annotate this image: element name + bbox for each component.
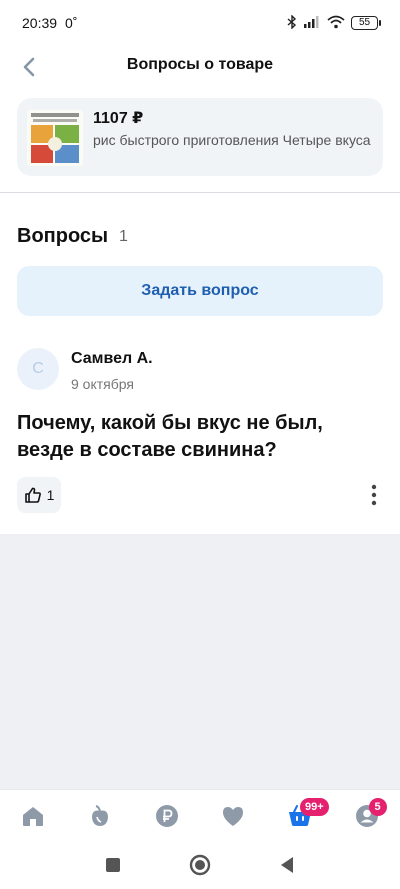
square-icon <box>106 858 121 872</box>
product-name: рис быстрого приготовления Четыре вкуса <box>93 132 371 148</box>
nav-favorites[interactable] <box>213 796 253 836</box>
home-system-button[interactable] <box>180 845 220 885</box>
questions-count: 1 <box>119 228 128 245</box>
profile-badge: 5 <box>368 797 387 816</box>
bottom-navigation: 99+ 5 <box>0 789 400 841</box>
circle-icon <box>189 854 211 876</box>
thumbs-up-icon <box>24 487 41 503</box>
more-vertical-icon <box>371 484 377 506</box>
bluetooth-icon <box>287 13 297 32</box>
nav-cart[interactable]: 99+ <box>280 796 329 836</box>
ask-question-button[interactable]: Задать вопрос <box>17 266 383 316</box>
nav-catalog[interactable] <box>80 796 120 836</box>
avatar: С <box>17 348 59 390</box>
recent-apps-button[interactable] <box>93 845 133 885</box>
product-image <box>27 110 83 166</box>
product-price: 1107 ₽ <box>93 110 144 127</box>
status-temperature: 0˚ <box>65 15 78 31</box>
signal-icon <box>303 15 321 31</box>
like-count: 1 <box>46 487 55 503</box>
nav-home[interactable] <box>13 796 53 836</box>
section-divider <box>0 192 400 193</box>
back-system-button[interactable] <box>267 845 307 885</box>
top-app-bar: Вопросы о товаре <box>0 46 400 88</box>
catalog-icon <box>91 804 108 826</box>
system-navigation-bar <box>0 841 400 889</box>
nav-profile[interactable]: 5 <box>347 796 387 836</box>
question-author: Самвел А. <box>71 350 153 367</box>
status-bar: 20:39 0˚ 55 <box>0 0 400 46</box>
questions-heading: Вопросы <box>17 225 109 247</box>
heart-icon <box>223 806 244 826</box>
status-time: 20:39 <box>22 15 58 31</box>
home-icon <box>23 806 44 826</box>
wifi-icon <box>327 15 345 32</box>
like-button[interactable]: 1 <box>17 477 61 513</box>
ruble-icon <box>155 804 178 827</box>
product-card[interactable]: 1107 ₽ рис быстрого приготовления Четыре… <box>17 98 383 176</box>
nav-finance[interactable] <box>147 796 187 836</box>
app-screen: 20:39 0˚ 55 Вопросы о товаре 1107 ₽ рис … <box>0 0 400 889</box>
cart-badge: 99+ <box>299 797 329 816</box>
questions-content: 1107 ₽ рис быстрого приготовления Четыре… <box>0 88 400 534</box>
more-options-button[interactable] <box>362 480 386 510</box>
question-date: 9 октября <box>71 376 134 392</box>
page-title: Вопросы о товаре <box>126 56 274 73</box>
battery-icon: 55 <box>351 16 381 30</box>
question-text: Почему, какой бы вкус не был, везде в со… <box>17 412 323 461</box>
triangle-back-icon <box>280 857 293 873</box>
